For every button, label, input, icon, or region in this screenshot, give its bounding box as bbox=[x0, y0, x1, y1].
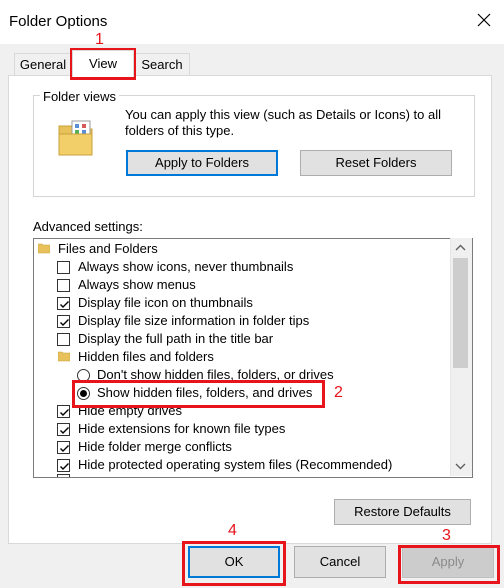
annotation-box-3 bbox=[398, 545, 500, 584]
checkmark-icon bbox=[60, 301, 69, 308]
tab-general[interactable]: General bbox=[14, 53, 72, 76]
display-file-size-label: Display file size information in folder … bbox=[78, 313, 310, 328]
always-show-menus-label: Always show menus bbox=[78, 277, 196, 292]
display-file-size-checkbox[interactable] bbox=[57, 315, 70, 328]
always-show-icons-checkbox[interactable] bbox=[57, 261, 70, 274]
hidden-files-folders-label: Hidden files and folders bbox=[78, 349, 214, 364]
checkmark-icon bbox=[60, 463, 69, 470]
folder-views-legend: Folder views bbox=[40, 89, 119, 104]
hide-merge-conflicts-checkbox[interactable] bbox=[57, 441, 70, 454]
annotation-box-4 bbox=[182, 541, 286, 586]
scroll-up-icon[interactable] bbox=[453, 242, 468, 254]
folder-icon bbox=[37, 242, 51, 254]
next-item-checkbox bbox=[57, 474, 70, 477]
advanced-settings-label: Advanced settings: bbox=[33, 219, 143, 234]
hide-extensions-label: Hide extensions for known file types bbox=[78, 421, 286, 436]
checkmark-icon bbox=[60, 409, 69, 416]
files-and-folders-label: Files and Folders bbox=[58, 241, 158, 256]
window-title: Folder Options bbox=[9, 13, 108, 30]
display-file-icon-checkbox[interactable] bbox=[57, 297, 70, 310]
always-show-icons-label: Always show icons, never thumbnails bbox=[78, 259, 294, 274]
hide-protected-files-checkbox[interactable] bbox=[57, 459, 70, 472]
folder-view-icon bbox=[56, 118, 98, 158]
folder-views-description-2: folders of this type. bbox=[125, 123, 235, 138]
scroll-down-icon[interactable] bbox=[453, 460, 468, 472]
scrollbar-thumb[interactable] bbox=[453, 258, 468, 368]
annotation-number-2: 2 bbox=[334, 384, 343, 401]
hide-empty-drives-checkbox[interactable] bbox=[57, 405, 70, 418]
annotation-box-2 bbox=[72, 380, 325, 408]
checkmark-icon bbox=[60, 445, 69, 452]
annotation-number-1: 1 bbox=[95, 31, 104, 48]
cancel-button[interactable]: Cancel bbox=[294, 546, 386, 578]
close-icon[interactable] bbox=[474, 10, 494, 30]
annotation-number-3: 3 bbox=[442, 527, 451, 544]
checkmark-icon bbox=[60, 427, 69, 434]
display-full-path-label: Display the full path in the title bar bbox=[78, 331, 274, 346]
folder-views-description-1: You can apply this view (such as Details… bbox=[125, 107, 442, 122]
hide-protected-files-label: Hide protected operating system files (R… bbox=[78, 457, 393, 472]
tab-search[interactable]: Search bbox=[134, 53, 190, 76]
checkmark-icon bbox=[60, 319, 69, 326]
display-full-path-checkbox[interactable] bbox=[57, 333, 70, 346]
display-file-icon-label: Display file icon on thumbnails bbox=[78, 295, 253, 310]
folder-icon bbox=[57, 350, 71, 362]
hide-extensions-checkbox[interactable] bbox=[57, 423, 70, 436]
apply-to-folders-button[interactable]: Apply to Folders bbox=[126, 150, 278, 176]
restore-defaults-button[interactable]: Restore Defaults bbox=[334, 499, 471, 525]
reset-folders-button[interactable]: Reset Folders bbox=[300, 150, 452, 176]
always-show-menus-checkbox[interactable] bbox=[57, 279, 70, 292]
tab-view[interactable]: View bbox=[72, 50, 134, 77]
annotation-number-4: 4 bbox=[228, 522, 237, 539]
hide-merge-conflicts-label: Hide folder merge conflicts bbox=[78, 439, 232, 454]
